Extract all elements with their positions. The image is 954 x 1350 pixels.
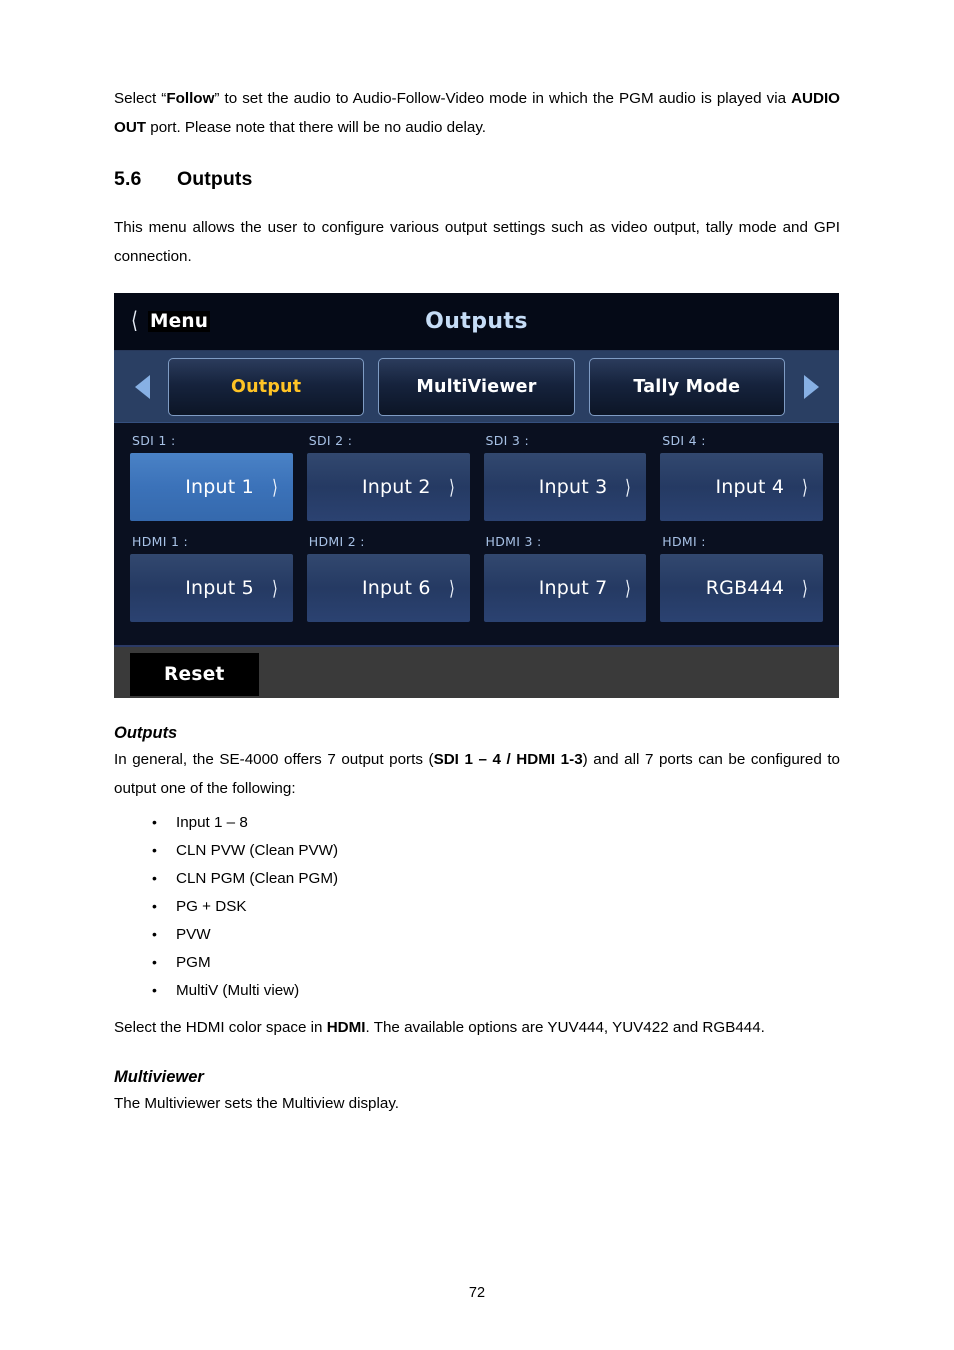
intro-suffix: port. Please note that there will be no …: [146, 119, 487, 136]
chevron-right-icon: ⟩: [272, 475, 278, 499]
tab-next-button[interactable]: [789, 374, 833, 399]
colorspace-paragraph: Select the HDMI color space in HDMI. The…: [114, 1013, 840, 1042]
outputs-option-list: Input 1 – 8 CLN PVW (Clean PVW) CLN PGM …: [114, 808, 840, 1005]
intro-mid: ” to set the audio to Audio-Follow-Video…: [214, 90, 792, 107]
intro-paragraph: Select “Follow” to set the audio to Audi…: [114, 84, 840, 142]
section-heading: 5.6 Outputs: [114, 168, 840, 191]
chevron-right-icon: ⟩: [448, 576, 455, 600]
list-item: PVW: [114, 920, 840, 949]
output-value-sdi-2: Input 2: [361, 476, 431, 498]
device-tab-bar: Output MultiViewer Tally Mode: [114, 351, 839, 423]
device-footer: Reset: [114, 645, 839, 698]
section-description: This menu allows the user to configure v…: [114, 219, 840, 265]
page-number: 72: [468, 1285, 486, 1301]
tab-tally-mode[interactable]: Tally Mode: [588, 357, 785, 416]
outputs-para-bold: SDI 1 – 4 / HDMI 1-3: [433, 751, 583, 768]
output-label-sdi-2: SDI 2 :: [308, 433, 353, 448]
output-select-hdmi-1[interactable]: Input 5 ⟩: [130, 554, 293, 622]
colorspace-prefix: Select the HDMI color space in: [114, 1019, 327, 1036]
output-label-hdmi-3: HDMI 3 :: [485, 534, 542, 549]
outputs-paragraph: In general, the SE-4000 offers 7 output …: [114, 745, 840, 803]
triangle-right-icon: [803, 374, 819, 399]
tab-multiviewer[interactable]: MultiViewer: [378, 357, 575, 416]
output-label-hdmi-1: HDMI 1 :: [132, 534, 189, 549]
output-label-hdmi-colorspace: HDMI :: [662, 534, 706, 549]
reset-button[interactable]: Reset: [130, 652, 259, 696]
list-item: PGM: [114, 948, 840, 977]
page-content: Select “Follow” to set the audio to Audi…: [114, 84, 840, 1118]
output-cell-sdi-4: SDI 4 : Input 4 ⟩: [660, 433, 823, 521]
list-item: CLN PVW (Clean PVW): [114, 836, 840, 865]
output-label-sdi-1: SDI 1 :: [132, 433, 176, 448]
output-select-sdi-3[interactable]: Input 3 ⟩: [483, 453, 647, 521]
device-header: ⟨ Menu Outputs: [114, 293, 839, 351]
output-cell-hdmi-1: HDMI 1 : Input 5 ⟩: [130, 534, 293, 622]
document-page: Select “Follow” to set the audio to Audi…: [0, 0, 954, 1350]
chevron-right-icon: ⟩: [625, 475, 632, 499]
outputs-subheading: Outputs: [114, 724, 178, 742]
device-ui-screenshot: ⟨ Menu Outputs Output MultiViewer Tally …: [114, 293, 839, 698]
outputs-para-prefix: In general, the SE-4000 offers 7 output …: [114, 751, 434, 768]
output-select-sdi-4[interactable]: Input 4 ⟩: [660, 453, 823, 521]
output-cell-sdi-1: SDI 1 : Input 1 ⟩: [130, 433, 293, 521]
sdi-output-row: SDI 1 : Input 1 ⟩ SDI 2 : Input 2 ⟩ SDI …: [130, 433, 823, 521]
intro-bold-follow: Follow: [166, 90, 215, 107]
device-page-title: Outputs: [425, 309, 528, 334]
tab-output[interactable]: Output: [168, 357, 365, 416]
multiviewer-description: The Multiviewer sets the Multiview displ…: [114, 1095, 400, 1112]
list-item: MultiV (Multi view): [114, 976, 840, 1005]
output-label-hdmi-2: HDMI 2 :: [308, 534, 365, 549]
list-item: CLN PGM (Clean PGM): [114, 864, 840, 893]
output-value-sdi-4: Input 4: [715, 476, 785, 498]
chevron-right-icon: ⟩: [272, 576, 278, 600]
output-value-hdmi-1: Input 5: [185, 577, 254, 599]
output-value-hdmi-3: Input 7: [538, 577, 608, 599]
output-select-hdmi-3[interactable]: Input 7 ⟩: [483, 554, 647, 622]
section-title: Outputs: [177, 168, 253, 190]
output-label-sdi-4: SDI 4 :: [662, 433, 706, 448]
output-cell-sdi-2: SDI 2 : Input 2 ⟩: [306, 433, 470, 521]
output-select-sdi-2[interactable]: Input 2 ⟩: [306, 453, 470, 521]
tab-list: Output MultiViewer Tally Mode: [164, 351, 789, 422]
section-number: 5.6: [114, 168, 142, 190]
intro-prefix: Select “: [114, 90, 167, 107]
list-item: PG + DSK: [114, 892, 840, 921]
colorspace-bold: HDMI: [326, 1019, 366, 1036]
output-value-sdi-1: Input 1: [185, 476, 254, 498]
chevron-right-icon: ⟩: [802, 576, 808, 600]
output-value-hdmi-colorspace: RGB444: [705, 577, 785, 599]
output-value-hdmi-2: Input 6: [361, 577, 431, 599]
output-select-hdmi-2[interactable]: Input 6 ⟩: [306, 554, 470, 622]
chevron-right-icon: ⟩: [625, 576, 632, 600]
output-label-sdi-3: SDI 3 :: [485, 433, 529, 448]
output-cell-hdmi-3: HDMI 3 : Input 7 ⟩: [483, 534, 647, 622]
output-cell-hdmi-2: HDMI 2 : Input 6 ⟩: [306, 534, 470, 622]
tab-prev-button[interactable]: [120, 374, 164, 399]
multiviewer-subheading: Multiviewer: [114, 1068, 204, 1086]
device-body: SDI 1 : Input 1 ⟩ SDI 2 : Input 2 ⟩ SDI …: [114, 423, 839, 645]
chevron-right-icon: ⟩: [448, 475, 455, 499]
chevron-right-icon: ⟩: [802, 475, 808, 499]
hdmi-output-row: HDMI 1 : Input 5 ⟩ HDMI 2 : Input 6 ⟩ HD…: [130, 534, 823, 622]
triangle-left-icon: [134, 374, 150, 399]
output-value-sdi-3: Input 3: [538, 476, 608, 498]
output-select-hdmi-colorspace[interactable]: RGB444 ⟩: [660, 554, 823, 622]
list-item: Input 1 – 8: [114, 808, 840, 837]
output-cell-sdi-3: SDI 3 : Input 3 ⟩: [483, 433, 647, 521]
output-select-sdi-1[interactable]: Input 1 ⟩: [130, 453, 293, 521]
output-cell-hdmi-colorspace: HDMI : RGB444 ⟩: [660, 534, 823, 622]
colorspace-suffix: . The available options are YUV444, YUV4…: [365, 1019, 765, 1036]
